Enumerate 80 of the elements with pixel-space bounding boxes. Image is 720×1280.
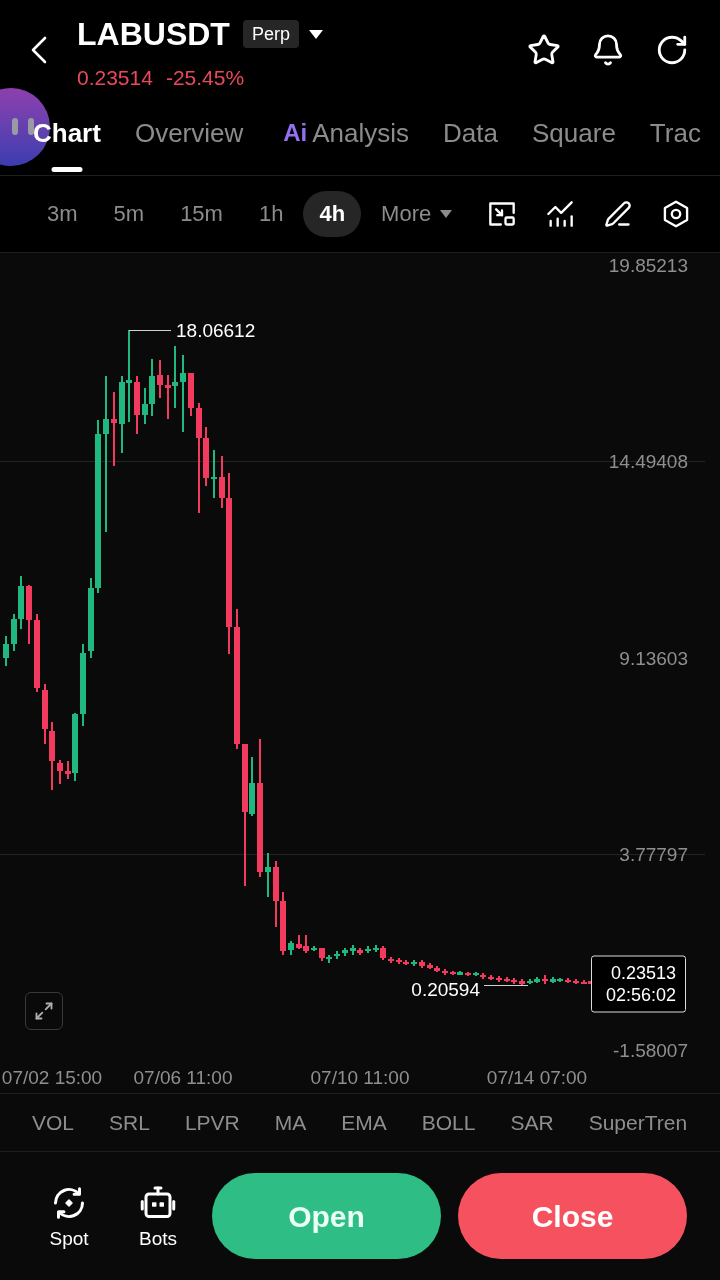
close-button[interactable]: Close	[458, 1173, 687, 1259]
shortcut-label: Spot	[49, 1228, 89, 1248]
more-dropdown[interactable]: More	[365, 191, 469, 237]
candle	[465, 972, 471, 976]
candle	[311, 946, 317, 951]
indicator-tab[interactable]: LPVR	[184, 1112, 240, 1133]
price-axis-label: 9.13603	[619, 648, 688, 667]
price-axis-label: 19.85213	[608, 255, 688, 275]
tab[interactable]: Square	[532, 100, 616, 175]
candle	[188, 373, 194, 416]
leader-line	[128, 329, 172, 332]
candle	[411, 960, 417, 966]
candle	[519, 979, 525, 985]
tab[interactable]: Data	[443, 100, 498, 175]
candle	[488, 975, 494, 980]
expand-icon	[34, 1001, 54, 1021]
chart-line-icon[interactable]	[546, 200, 574, 228]
time-axis-label: 07/14 07:00	[486, 1067, 588, 1087]
tab[interactable]: Ai Analysis	[277, 100, 410, 175]
caret-icon[interactable]	[308, 29, 323, 39]
candle	[573, 979, 579, 984]
refresh-icon[interactable]	[655, 33, 689, 67]
indicator-tab[interactable]: BOLL	[421, 1112, 476, 1133]
tab[interactable]: Trac	[649, 100, 701, 175]
interval-tab[interactable]: 5m	[97, 191, 161, 237]
candle	[496, 976, 502, 982]
high-price-label: 18.06612	[176, 320, 256, 340]
pencil-icon[interactable]	[604, 200, 632, 228]
settings-icon[interactable]	[662, 200, 690, 228]
time-axis-label: 07/02 15:00	[1, 1067, 103, 1087]
candle	[442, 969, 448, 975]
candle	[26, 585, 32, 644]
back-icon[interactable]	[31, 36, 47, 64]
indicator-tab[interactable]: EMA	[341, 1112, 387, 1133]
interval-tab[interactable]: 1h	[242, 191, 300, 237]
price-axis-label: 14.49408	[608, 451, 688, 471]
indicator-tab[interactable]: SuperTren	[588, 1112, 688, 1133]
candle	[542, 975, 548, 984]
candle	[57, 760, 63, 784]
circular-arrows-icon	[51, 1184, 87, 1221]
price-change: -25.45%	[165, 67, 245, 88]
tab-indicator	[51, 167, 83, 172]
last-price: 0.23514	[77, 67, 153, 88]
interval-tab[interactable]: 15m	[164, 191, 239, 237]
interval-tab[interactable]: 4h	[303, 191, 362, 237]
candle	[334, 951, 340, 959]
candle	[388, 957, 394, 963]
expand-button[interactable]	[25, 992, 63, 1030]
caret-icon	[440, 210, 453, 218]
shortcut-label: Bots	[139, 1228, 177, 1248]
resize-window-icon[interactable]	[488, 200, 516, 228]
shortcut-button[interactable]: Bots	[129, 1184, 187, 1248]
shortcut-button[interactable]: Spot	[40, 1184, 98, 1248]
low-price-label: 0.20594	[411, 979, 480, 999]
countdown-timer: 02:56:02	[605, 985, 676, 1004]
candle	[419, 960, 425, 968]
bell-icon[interactable]	[591, 33, 625, 67]
candle	[365, 946, 371, 953]
leader-line	[483, 984, 529, 987]
indicator-tab[interactable]: VOL	[32, 1112, 75, 1133]
interval-tab[interactable]: 3m	[31, 191, 94, 237]
time-axis-label: 07/06 11:00	[133, 1067, 233, 1087]
star-icon[interactable]	[527, 33, 561, 67]
current-price: 0.23513	[610, 963, 676, 982]
contract-badge: Perp	[242, 20, 299, 48]
robot-icon	[140, 1184, 176, 1221]
candle	[265, 853, 271, 897]
indicator-tab[interactable]: MA	[274, 1112, 307, 1133]
symbol-title: LABUSDT	[77, 18, 230, 50]
ai-mark: Ai	[283, 120, 308, 145]
candle	[342, 948, 348, 956]
price-axis-label: 3.77797	[619, 844, 688, 864]
time-axis-label: 07/10 11:00	[310, 1067, 410, 1087]
indicator-tab[interactable]: SAR	[510, 1112, 554, 1133]
tab[interactable]: Overview	[134, 100, 244, 175]
indicator-tab[interactable]: SRL	[109, 1112, 150, 1133]
price-axis-label: -1.58007	[613, 1040, 688, 1060]
bars-icon	[12, 118, 34, 135]
candle	[288, 941, 294, 955]
candle	[565, 978, 571, 983]
